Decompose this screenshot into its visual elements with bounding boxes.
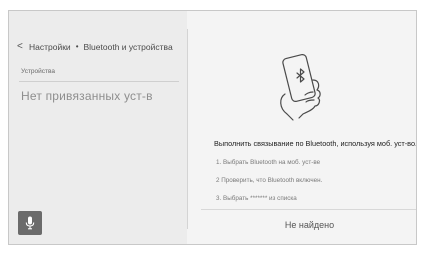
bluetooth-screen: < Настройки • Bluetooth и устройства Уст… bbox=[8, 10, 417, 245]
devices-section-label: Устройства bbox=[21, 68, 56, 75]
breadcrumb: < Настройки • Bluetooth и устройства bbox=[17, 41, 173, 52]
status-divider bbox=[201, 209, 416, 210]
breadcrumb-separator: • bbox=[75, 42, 79, 51]
step-item: 2 Проверить, что Bluetooth включен. bbox=[216, 177, 323, 184]
chevron-left-icon[interactable]: < bbox=[17, 41, 29, 52]
phone-bluetooth-hand-icon bbox=[280, 54, 321, 121]
breadcrumb-settings[interactable]: Настройки bbox=[29, 42, 71, 52]
no-paired-devices-text: Нет привязанных уст-в bbox=[21, 89, 153, 103]
breadcrumb-bluetooth-devices: Bluetooth и устройства bbox=[83, 41, 173, 52]
voice-button[interactable] bbox=[18, 211, 42, 235]
panel-divider bbox=[187, 29, 188, 229]
pairing-headline: Выполнить связывание по Bluetooth, испол… bbox=[214, 139, 417, 148]
microphone-icon bbox=[25, 216, 35, 230]
section-divider bbox=[19, 81, 179, 82]
step-item: 1. Выбрать Bluetooth на моб. уст-ве bbox=[216, 159, 321, 166]
device-list-panel: < Настройки • Bluetooth и устройства Уст… bbox=[9, 11, 187, 244]
pairing-steps: 1. Выбрать Bluetooth на моб. уст-ве 2 Пр… bbox=[216, 159, 322, 213]
not-found-button[interactable]: Не найдено bbox=[201, 211, 416, 239]
